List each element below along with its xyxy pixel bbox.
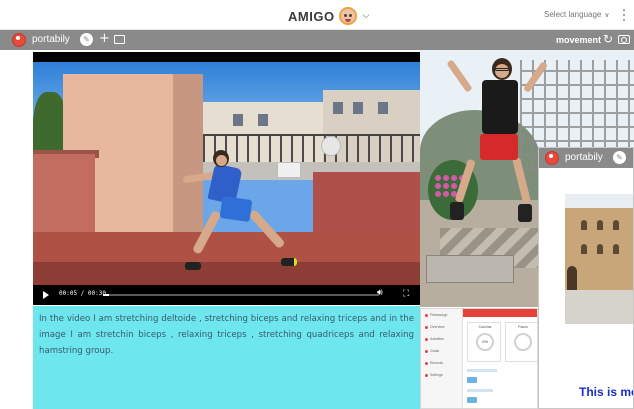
nested-caption[interactable]: This is me — [577, 378, 634, 408]
portabily-logo-icon[interactable] — [12, 33, 26, 47]
fitness-app-screenshot[interactable]: FitnessApp Overview Activities Goals Rec… — [420, 308, 538, 409]
text-note-card[interactable]: In the video I am stretching deltoide , … — [33, 306, 420, 409]
project-name[interactable]: movement — [556, 35, 601, 45]
language-chevron-icon: ∨ — [604, 11, 610, 19]
portabily-board-page: AMIGO ⌵ Select language ∨ portabily ✎ + … — [0, 0, 634, 409]
volume-icon[interactable]: 🔊︎ — [377, 288, 383, 298]
avatar-icon[interactable] — [338, 7, 357, 25]
edit-pencil-icon[interactable]: ✎ — [80, 33, 93, 46]
app-thumbnail-sidebar-item: Overview — [425, 325, 459, 329]
app-thumbnail-sidebar-item: Activities — [425, 337, 459, 341]
app-thumbnail-sidebar-item: Goals — [425, 349, 459, 353]
app-thumbnail-sidebar: FitnessApp Overview Activities Goals Rec… — [421, 309, 463, 408]
app-thumbnail-sidebar-item: FitnessApp — [425, 313, 459, 317]
video-time: 00:05 / 00:30 — [59, 290, 106, 297]
video-frame[interactable] — [33, 62, 420, 285]
nested-portabily-brand-name[interactable]: portabily — [565, 152, 603, 163]
app-thumbnail-card-caption: Calorias — [478, 325, 492, 329]
board-canvas: 00:05 / 00:30 🔊︎ ⛶ In the video I am str… — [0, 50, 634, 409]
video-progress-fill — [103, 294, 109, 296]
app-title: AMIGO — [288, 8, 335, 24]
app-brand[interactable]: AMIGO ⌵ — [288, 6, 369, 26]
kebab-menu-icon[interactable] — [622, 9, 626, 21]
video-controls: 00:05 / 00:30 🔊︎ ⛶ — [33, 285, 420, 305]
fullscreen-icon[interactable]: ⛶ — [403, 289, 409, 299]
nested-portabily-window[interactable]: portabily ✎ This is me — [538, 147, 634, 409]
chevron-down-icon[interactable]: ⌵ — [363, 11, 370, 21]
play-icon[interactable] — [43, 291, 49, 299]
portabily-logo-icon[interactable] — [545, 151, 559, 165]
video-player[interactable]: 00:05 / 00:30 🔊︎ ⛶ — [33, 52, 420, 305]
app-header: AMIGO ⌵ Select language ∨ — [0, 0, 634, 30]
nested-caption-text: This is me — [579, 385, 634, 399]
portabily-brand-name[interactable]: portabily — [32, 34, 70, 45]
app-thumbnail-sidebar-item: Records — [425, 361, 459, 365]
app-thumbnail-card: Pasos — [505, 322, 537, 362]
add-button[interactable]: + — [99, 31, 110, 46]
language-select-label: Select language — [544, 10, 602, 19]
gauge-icon — [514, 333, 532, 351]
app-thumbnail-topbar — [463, 309, 537, 317]
monastery-photo[interactable] — [565, 194, 633, 324]
video-progress-track[interactable] — [103, 294, 379, 296]
nested-portabily-toolbar: portabily ✎ — [539, 148, 633, 168]
language-select[interactable]: Select language ∨ — [544, 10, 610, 19]
camera-icon[interactable] — [618, 35, 630, 44]
app-thumbnail-card: Calorias 0% — [467, 322, 501, 362]
note-text: In the video I am stretching deltoide , … — [39, 314, 414, 356]
edit-pencil-icon[interactable]: ✎ — [613, 151, 626, 164]
portabily-toolbar: portabily ✎ + movement ↻ — [0, 30, 634, 50]
app-thumbnail-card-caption: Pasos — [518, 325, 528, 329]
refresh-icon[interactable]: ↻ — [603, 32, 613, 46]
app-thumbnail-card-value: 0% — [482, 339, 488, 344]
app-thumbnail-sidebar-item: Settings — [425, 373, 459, 377]
new-window-icon[interactable] — [114, 35, 125, 44]
